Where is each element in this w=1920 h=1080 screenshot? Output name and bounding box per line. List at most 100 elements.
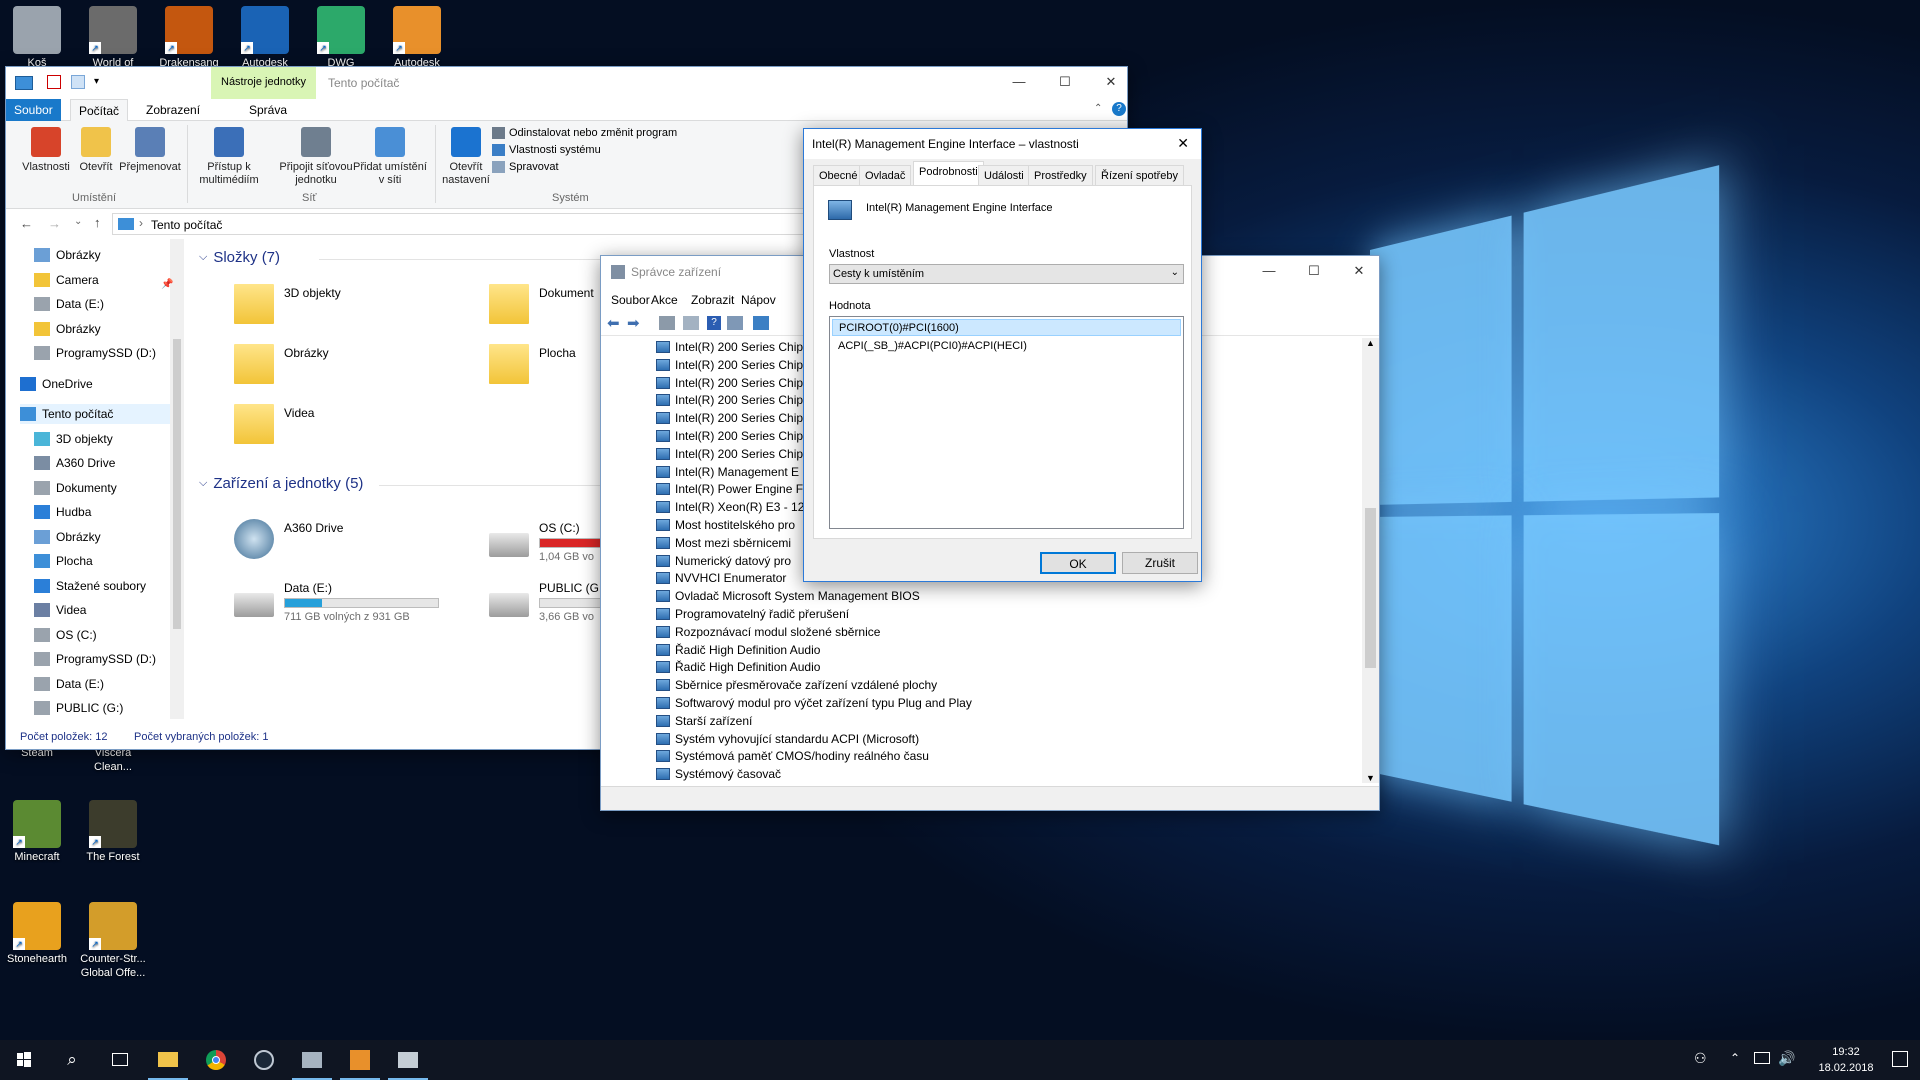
menu-item[interactable]: Soubor [611,293,650,307]
taskbar-properties-icon[interactable] [384,1040,432,1080]
nav-item[interactable]: OneDrive [20,374,93,394]
pin-icon[interactable]: 📌 [161,279,173,290]
minimize-button[interactable]: — [1246,256,1292,286]
nav-item[interactable]: Data (E:) [34,674,104,694]
device-tree-item[interactable]: Most hostitelského pro [656,516,795,534]
properties-qat-icon[interactable] [47,75,61,89]
nav-item[interactable]: Obrázky [34,527,101,547]
menu-item[interactable]: Nápov [741,293,776,307]
ribbon-button[interactable]: Přejmenovat [112,127,188,174]
folder-item[interactable]: Videa [234,404,314,444]
desktop-icon[interactable]: ↗ Stonehearth [0,902,74,966]
device-tree-item[interactable]: Intel(R) 200 Series Chip [656,356,803,374]
tab-sprava[interactable]: Správa [241,99,295,121]
address-bar[interactable]: › Tento počítač [112,213,812,235]
maximize-button[interactable]: ☐ [1042,67,1088,97]
devices-header[interactable]: ⌵ Zařízení a jednotky (5) [199,475,363,492]
clock[interactable]: 19:32 18.02.2018 [1806,1044,1886,1076]
cancel-button[interactable]: Zrušit [1122,552,1198,574]
close-button[interactable]: ✕ [1088,67,1134,97]
device-list-icon[interactable] [727,316,743,330]
folder-item[interactable]: Dokument [489,284,594,324]
menu-item[interactable]: Akce [651,293,678,307]
manage-button[interactable]: Spravovat [492,161,677,173]
device-tree-item[interactable]: Intel(R) 200 Series Chip [656,374,803,392]
device-tree-item[interactable]: Intel(R) 200 Series Chip [656,391,803,409]
menu-item[interactable]: Zobrazit [691,293,734,307]
up-icon[interactable]: ↑ [94,215,101,230]
device-tree-item[interactable]: Intel(R) 200 Series Chip [656,409,803,427]
view-icon[interactable] [659,316,675,330]
system-properties-button[interactable]: Vlastnosti systému [492,144,677,156]
nav-item[interactable]: Tento počítač [20,404,170,424]
ribbon-button[interactable]: Vlastnosti [14,127,78,174]
nav-item[interactable]: ProgramySSD (D:) [34,343,156,363]
close-button[interactable]: ✕ [1336,256,1382,286]
device-tree-item[interactable]: Intel(R) Xeon(R) E3 - 12 [656,498,804,516]
nav-item[interactable]: Plocha [34,551,93,571]
dialog-tab[interactable]: Podrobnosti [913,161,984,185]
nav-item[interactable]: Stažené soubory [34,576,146,596]
device-tree-item[interactable]: Systémová paměť CMOS/hodiny reálného čas… [656,747,929,765]
device-tree-item[interactable]: Řadič High Definition Audio [656,641,820,659]
tab-pocitac[interactable]: Počítač [70,99,129,121]
desktop-icon[interactable]: ↗ Autodesk [380,6,454,70]
device-tree-item[interactable]: Systém vyhovující standardu ACPI (Micros… [656,730,919,748]
search-icon[interactable]: ⌕ [48,1040,96,1080]
folder-item[interactable]: Plocha [489,344,576,384]
desktop-icon[interactable]: ↗ World of [76,6,150,70]
device-tree-item[interactable]: Intel(R) 200 Series Chip [656,338,803,356]
back-icon[interactable]: ← [20,216,33,231]
dialog-tab[interactable]: Řízení spotřeby [1095,165,1185,185]
desktop-icon[interactable]: ↗ DWG [304,6,378,70]
dialog-tab[interactable]: Události [978,165,1030,185]
folder-item[interactable]: 3D objekty [234,284,341,324]
device-tree-item[interactable]: Intel(R) 200 Series Chip [656,427,803,445]
help-icon[interactable]: ? [707,316,721,330]
nav-scrollbar[interactable] [170,239,184,719]
dialog-close-button[interactable]: ✕ [1177,135,1189,152]
tray-chevron-icon[interactable]: ⌃ [1730,1051,1740,1065]
drive-item[interactable]: A360 Drive [234,519,343,559]
device-tree-scrollbar[interactable]: ▲ ▼ [1362,338,1379,783]
device-tree-item[interactable]: Softwarový modul pro výčet zařízení typu… [656,694,972,712]
nav-item[interactable]: A360 Drive [34,453,115,473]
folder-item[interactable]: Obrázky [234,344,329,384]
nav-item[interactable]: Videa [34,600,86,620]
uninstall-program-button[interactable]: Odinstalovat nebo změnit program [492,127,677,139]
dialog-tab[interactable]: Prostředky [1028,165,1093,185]
device-tree-item[interactable]: Systémový časovač [656,765,781,783]
device-tree-item[interactable]: Rozpoznávací modul složené sběrnice [656,623,880,641]
volume-icon[interactable]: 🔊 [1778,1050,1795,1067]
network-icon[interactable] [1754,1052,1770,1064]
folders-header[interactable]: ⌵ Složky (7) [199,249,280,266]
device-tree-item[interactable]: NVVHCI Enumerator [656,569,786,587]
help-icon[interactable]: ? [1112,102,1126,116]
desktop-icon[interactable]: ↗ Counter-Str... Global Offe... [76,902,150,980]
monitor-icon[interactable] [753,316,769,330]
scroll-up-icon[interactable]: ▲ [1366,338,1375,348]
device-tree-item[interactable]: Numerický datový pro [656,552,791,570]
new-folder-qat-icon[interactable] [71,75,85,89]
desktop-icon[interactable]: Koš [0,6,74,70]
desktop-icon[interactable]: ↗ Drakensang [152,6,226,70]
device-tree-item[interactable]: Intel(R) 200 Series Chip [656,445,803,463]
device-tree-item[interactable]: Ovladač Microsoft System Management BIOS [656,587,920,605]
ribbon-button[interactable]: Otevřít nastavení [438,127,494,187]
nav-item[interactable]: Dokumenty [34,478,117,498]
taskbar-chrome-icon[interactable] [192,1040,240,1080]
nav-item[interactable]: 3D objekty [34,429,113,449]
nav-item[interactable]: OS (C:) [34,625,97,645]
collapse-ribbon-icon[interactable]: ⌃ [1094,103,1102,114]
device-tree-item[interactable]: Most mezi sběrnicemi [656,534,791,552]
forward-icon[interactable]: → [48,216,61,231]
notifications-icon[interactable] [1892,1051,1908,1067]
nav-item[interactable]: Hudba [34,502,91,522]
back-icon[interactable]: ⬅ [607,314,620,332]
nav-item[interactable]: Camera [34,270,99,290]
ribbon-button[interactable]: Přidat umístění v síti [352,127,428,187]
device-tree-item[interactable]: Starší zařízení [656,712,752,730]
ok-button[interactable]: OK [1040,552,1116,574]
tab-soubor[interactable]: Soubor [6,99,61,121]
value-list-item[interactable]: ACPI(_SB_)#ACPI(PCI0)#ACPI(HECI) [832,338,1181,355]
